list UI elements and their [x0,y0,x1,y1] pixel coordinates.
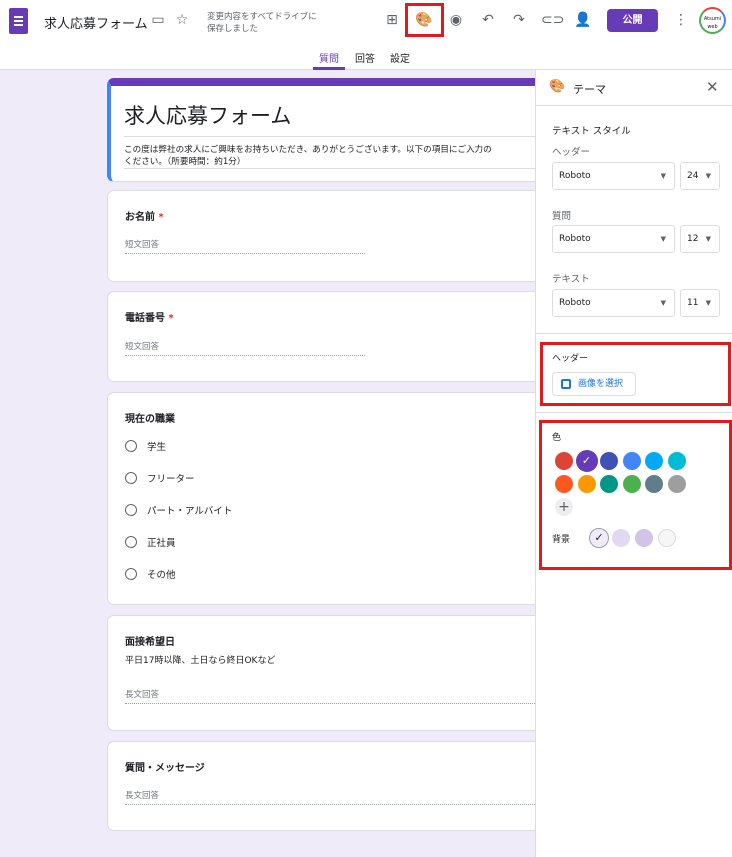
palette-icon: 🎨 [549,79,566,94]
undo-icon[interactable]: ↶ [478,10,498,30]
question-card[interactable]: 電話番号 * 短文回答 [107,291,547,382]
radio-option[interactable]: 学生 [125,439,166,453]
more-vert-icon[interactable]: ⋮ [671,10,691,30]
radio-option[interactable]: フリーター [125,471,195,485]
radio-option[interactable]: 正社員 [125,535,176,549]
question-title: 現在の職業 [125,414,175,425]
question-card[interactable]: 面接希望日 平日17時以降、土日なら終日OKなど 長文回答 [107,615,547,731]
color-swatch[interactable] [667,452,686,470]
background-swatch[interactable] [612,529,630,547]
preview-eye-icon[interactable]: ◉ [446,10,466,30]
short-answer-field: 短文回答 [125,238,365,254]
style-label: テキスト [552,274,590,285]
link-icon[interactable]: ⊂⊃ [541,10,564,30]
color-label: 色 [552,433,562,443]
active-tab-indicator [313,67,345,70]
highlight-box [539,420,732,570]
tab-questions[interactable]: 質問 [319,50,339,65]
theme-title: テーマ [573,83,606,96]
color-swatch[interactable] [577,475,596,493]
short-answer-field: 短文回答 [125,340,365,356]
publish-button[interactable]: 公開 [607,9,658,32]
color-swatch[interactable] [600,452,618,470]
question-title: 電話番号 * [125,313,174,324]
long-answer-field: 長文回答 [125,789,545,805]
tab-responses[interactable]: 回答 [355,50,375,65]
color-swatch[interactable] [645,475,663,493]
form-heading[interactable]: 求人応募フォーム [124,100,544,137]
color-swatch[interactable] [622,475,641,493]
folder-icon[interactable]: ▭ [148,10,168,30]
color-swatch[interactable] [667,475,686,493]
select-image-button[interactable]: 画像を選択 [552,372,636,396]
form-title[interactable]: 求人応募フォーム [44,13,148,32]
tab-settings[interactable]: 設定 [390,50,410,65]
text-font-select[interactable]: Roboto ▼ [552,289,675,317]
star-icon[interactable]: ☆ [172,10,192,30]
color-swatch[interactable] [600,475,618,493]
avatar[interactable]: Atsumi web [699,7,726,34]
form-header-card[interactable]: 求人応募フォーム この度は弊社の求人にご興味をお持ちいただき、ありがとうございま… [107,78,547,182]
close-icon[interactable]: ✕ [706,78,719,96]
question-card[interactable]: 質問・メッセージ 長文回答 [107,741,547,831]
question-title: 面接希望日 [125,637,175,648]
question-card[interactable]: 現在の職業 学生 フリーター パート・アルバイト 正社員 その他 [107,392,547,605]
radio-option[interactable]: パート・アルバイト [125,503,232,517]
highlight-box [405,3,444,37]
style-label: 質問 [552,211,572,222]
save-status: 変更内容をすべてドライブに 保存しました [207,12,317,34]
top-bar: 求人応募フォーム ▭ ☆ 変更内容をすべてドライブに 保存しました ⊞ 🎨 ◉ ↶… [0,0,732,70]
background-swatch[interactable] [635,529,653,547]
color-swatch[interactable]: ✓ [575,450,598,472]
add-on-icon[interactable]: ⊞ [382,10,402,30]
background-swatch[interactable]: ✓ [589,528,609,548]
question-title: 質問・メッセージ [125,763,205,774]
forms-logo-icon[interactable] [9,8,28,34]
question-font-select[interactable]: Roboto ▼ [552,225,675,253]
image-icon [561,379,571,389]
header-image-label: ヘッダー [552,354,589,364]
color-swatch[interactable] [555,452,573,470]
style-label: ヘッダー [552,147,591,158]
color-swatch[interactable] [645,452,663,470]
question-title: お名前 * [125,212,164,223]
color-swatch[interactable] [622,452,641,470]
header-size-select[interactable]: 24 ▼ [680,162,720,190]
background-swatch[interactable] [658,529,676,547]
add-collaborator-icon[interactable]: 👤 [573,10,593,30]
question-size-select[interactable]: 12 ▼ [680,225,720,253]
theme-panel: 🎨 テーマ ✕ テキスト スタイル ヘッダー Roboto ▼ 24 ▼ 質問 Ro… [535,70,732,857]
long-answer-field: 長文回答 [125,688,545,704]
radio-option[interactable]: その他 [125,567,176,581]
text-style-label: テキスト スタイル [552,126,631,137]
form-description[interactable]: この度は弊社の求人にご興味をお持ちいただき、ありがとうございます。以下の項目にご… [124,144,544,169]
question-card[interactable]: お名前 * 短文回答 [107,190,547,282]
add-color-button[interactable]: + [555,498,573,516]
color-swatch[interactable] [555,475,573,493]
text-size-select[interactable]: 11 ▼ [680,289,720,317]
header-font-select[interactable]: Roboto ▼ [552,162,675,190]
redo-icon[interactable]: ↷ [509,10,529,30]
question-description: 平日17時以降、土日なら終日OKなど [125,656,276,666]
background-label: 背景 [552,535,571,545]
